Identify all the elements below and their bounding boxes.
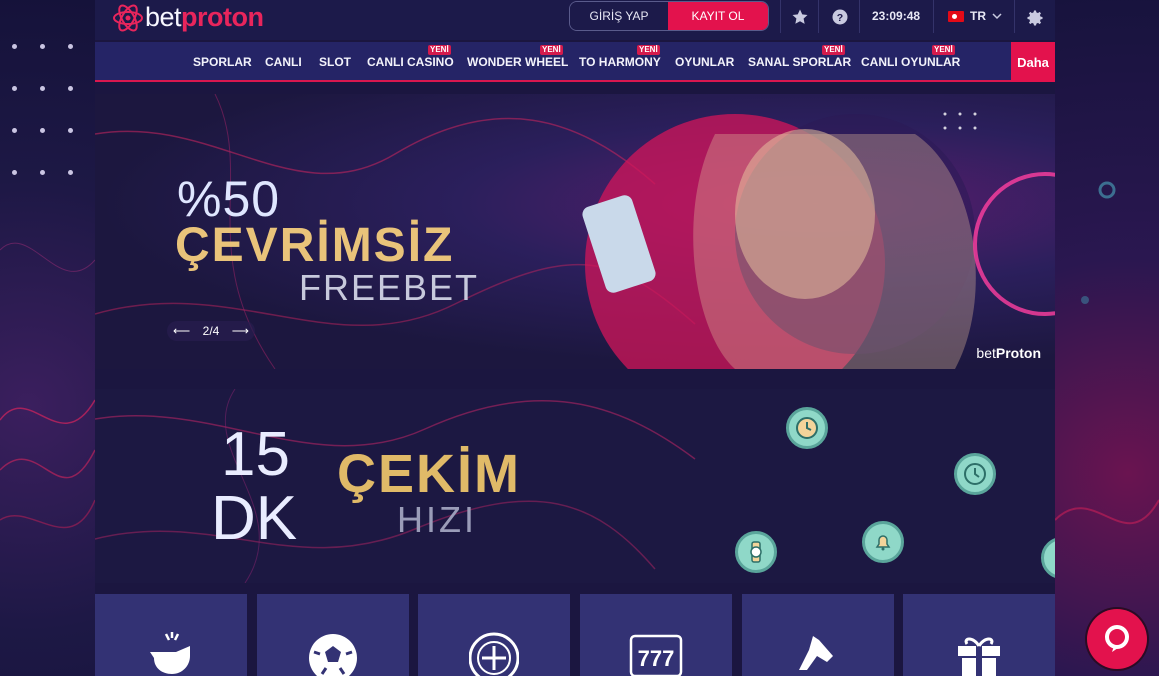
- settings-icon[interactable]: [1025, 8, 1045, 28]
- nav-item-canli[interactable]: CANLI: [265, 55, 302, 69]
- decor-dot: [12, 86, 17, 91]
- tile-slot[interactable]: 777: [580, 594, 732, 676]
- language-label: TR: [970, 9, 986, 23]
- promo-banner-freebet[interactable]: %50 ÇEVRİMSİZ FREEBET ⟵ 2/4 ⟶ betProton: [95, 94, 1055, 369]
- speed-number: 15: [221, 420, 290, 489]
- nav-item-wonder-wheel[interactable]: WONDER WHEEL: [467, 55, 568, 69]
- slide-counter: 2/4: [202, 324, 220, 338]
- more-button[interactable]: Daha: [1011, 42, 1055, 82]
- divider: [1014, 0, 1015, 33]
- tile-virtual[interactable]: [742, 594, 894, 676]
- nav-item-canli-oyunlar[interactable]: CANLI OYUNLAR: [861, 55, 960, 69]
- decor-dot: [40, 86, 45, 91]
- svg-text:777: 777: [638, 646, 675, 671]
- language-selector[interactable]: TR: [948, 9, 1002, 23]
- help-icon[interactable]: ?: [831, 8, 849, 26]
- nav-item-sanal-sporlar[interactable]: SANAL SPORLAR: [748, 55, 851, 69]
- nav-item-canli-casino[interactable]: CANLI CASINO: [367, 55, 454, 69]
- tile-sports[interactable]: [95, 594, 247, 676]
- login-button[interactable]: GİRİŞ YAP: [570, 2, 668, 30]
- chat-bubble-icon: [1105, 625, 1129, 652]
- new-badge: YENİ: [822, 45, 845, 55]
- banner-subtitle: HIZI: [397, 499, 477, 540]
- timer-icon: [954, 453, 996, 495]
- whistle-icon: [150, 632, 190, 674]
- left-background: [0, 0, 95, 676]
- flag-tr-icon: [948, 10, 964, 22]
- nav-item-slot[interactable]: SLOT: [319, 55, 351, 69]
- decor-dot: [12, 44, 17, 49]
- new-badge: YENİ: [540, 45, 563, 55]
- decor-dot: [40, 170, 45, 175]
- tile-casino[interactable]: [418, 594, 570, 676]
- new-badge: YENİ: [932, 45, 955, 55]
- decor-dot: [40, 44, 45, 49]
- decor-dot: [68, 128, 73, 133]
- bell-icon: [862, 521, 904, 563]
- divider: [818, 0, 819, 33]
- auth-group: GİRİŞ YAP KAYIT OL: [569, 1, 769, 31]
- divider: [859, 0, 860, 33]
- nav-item-sporlar[interactable]: SPORLAR: [193, 55, 252, 69]
- tile-live[interactable]: [257, 594, 409, 676]
- decor-dot: [68, 86, 73, 91]
- top-bar: betproton GİRİŞ YAP KAYIT OL ? 23:09:48 …: [95, 0, 1055, 40]
- decor-dot: [68, 170, 73, 175]
- decor-dot: [40, 128, 45, 133]
- live-chat-button[interactable]: [1087, 609, 1147, 669]
- clock: 23:09:48: [872, 9, 921, 23]
- divider: [933, 0, 934, 33]
- category-tiles: 777: [95, 594, 1055, 676]
- tile-bonus[interactable]: [903, 594, 1055, 676]
- gift-icon: [958, 637, 1000, 676]
- chevron-down-icon: [992, 13, 1002, 20]
- soccer-ball-icon: [309, 634, 357, 676]
- banner-headline: ÇEVRİMSİZ: [175, 219, 455, 272]
- atom-logo-icon: [113, 4, 143, 31]
- arrow-right-icon[interactable]: ⟶: [232, 324, 249, 338]
- clock-icon: [786, 407, 828, 449]
- nav-item-oyunlar[interactable]: OYUNLAR: [675, 55, 734, 69]
- promo-banner-withdrawal[interactable]: 15 DK ÇEKİM HIZI: [95, 389, 1055, 583]
- watch-icon: [735, 531, 777, 573]
- svg-text:?: ?: [837, 12, 843, 24]
- right-background: [1055, 0, 1159, 676]
- roulette-icon: [469, 632, 519, 676]
- horse-icon: [799, 636, 833, 670]
- decor-dot: [12, 170, 17, 175]
- speed-unit: DK: [211, 484, 298, 553]
- slider-control: ⟵ 2/4 ⟶: [167, 321, 255, 341]
- logo-text: betproton: [145, 2, 264, 32]
- banner-subtitle: FREEBET: [299, 267, 480, 308]
- nav-item-to-harmony[interactable]: TO HARMONY: [579, 55, 661, 69]
- new-badge: YENİ: [637, 45, 660, 55]
- logo[interactable]: betproton: [111, 2, 264, 33]
- planet-decoration: [1055, 181, 1159, 525]
- arrow-left-icon[interactable]: ⟵: [173, 324, 190, 338]
- main-nav: SPORLAR CANLI SLOT CANLI CASINO YENİ WON…: [95, 42, 1055, 82]
- register-button[interactable]: KAYIT OL: [668, 2, 768, 30]
- new-badge: YENİ: [428, 45, 451, 55]
- slot-777-icon: 777: [629, 634, 683, 676]
- decor-dot: [68, 44, 73, 49]
- divider: [780, 0, 781, 33]
- banner-headline: ÇEKİM: [337, 444, 521, 504]
- decor-dot: [12, 128, 17, 133]
- banner-brand: betProton: [976, 345, 1041, 361]
- star-icon[interactable]: [791, 8, 809, 26]
- wave-decoration: [0, 242, 95, 529]
